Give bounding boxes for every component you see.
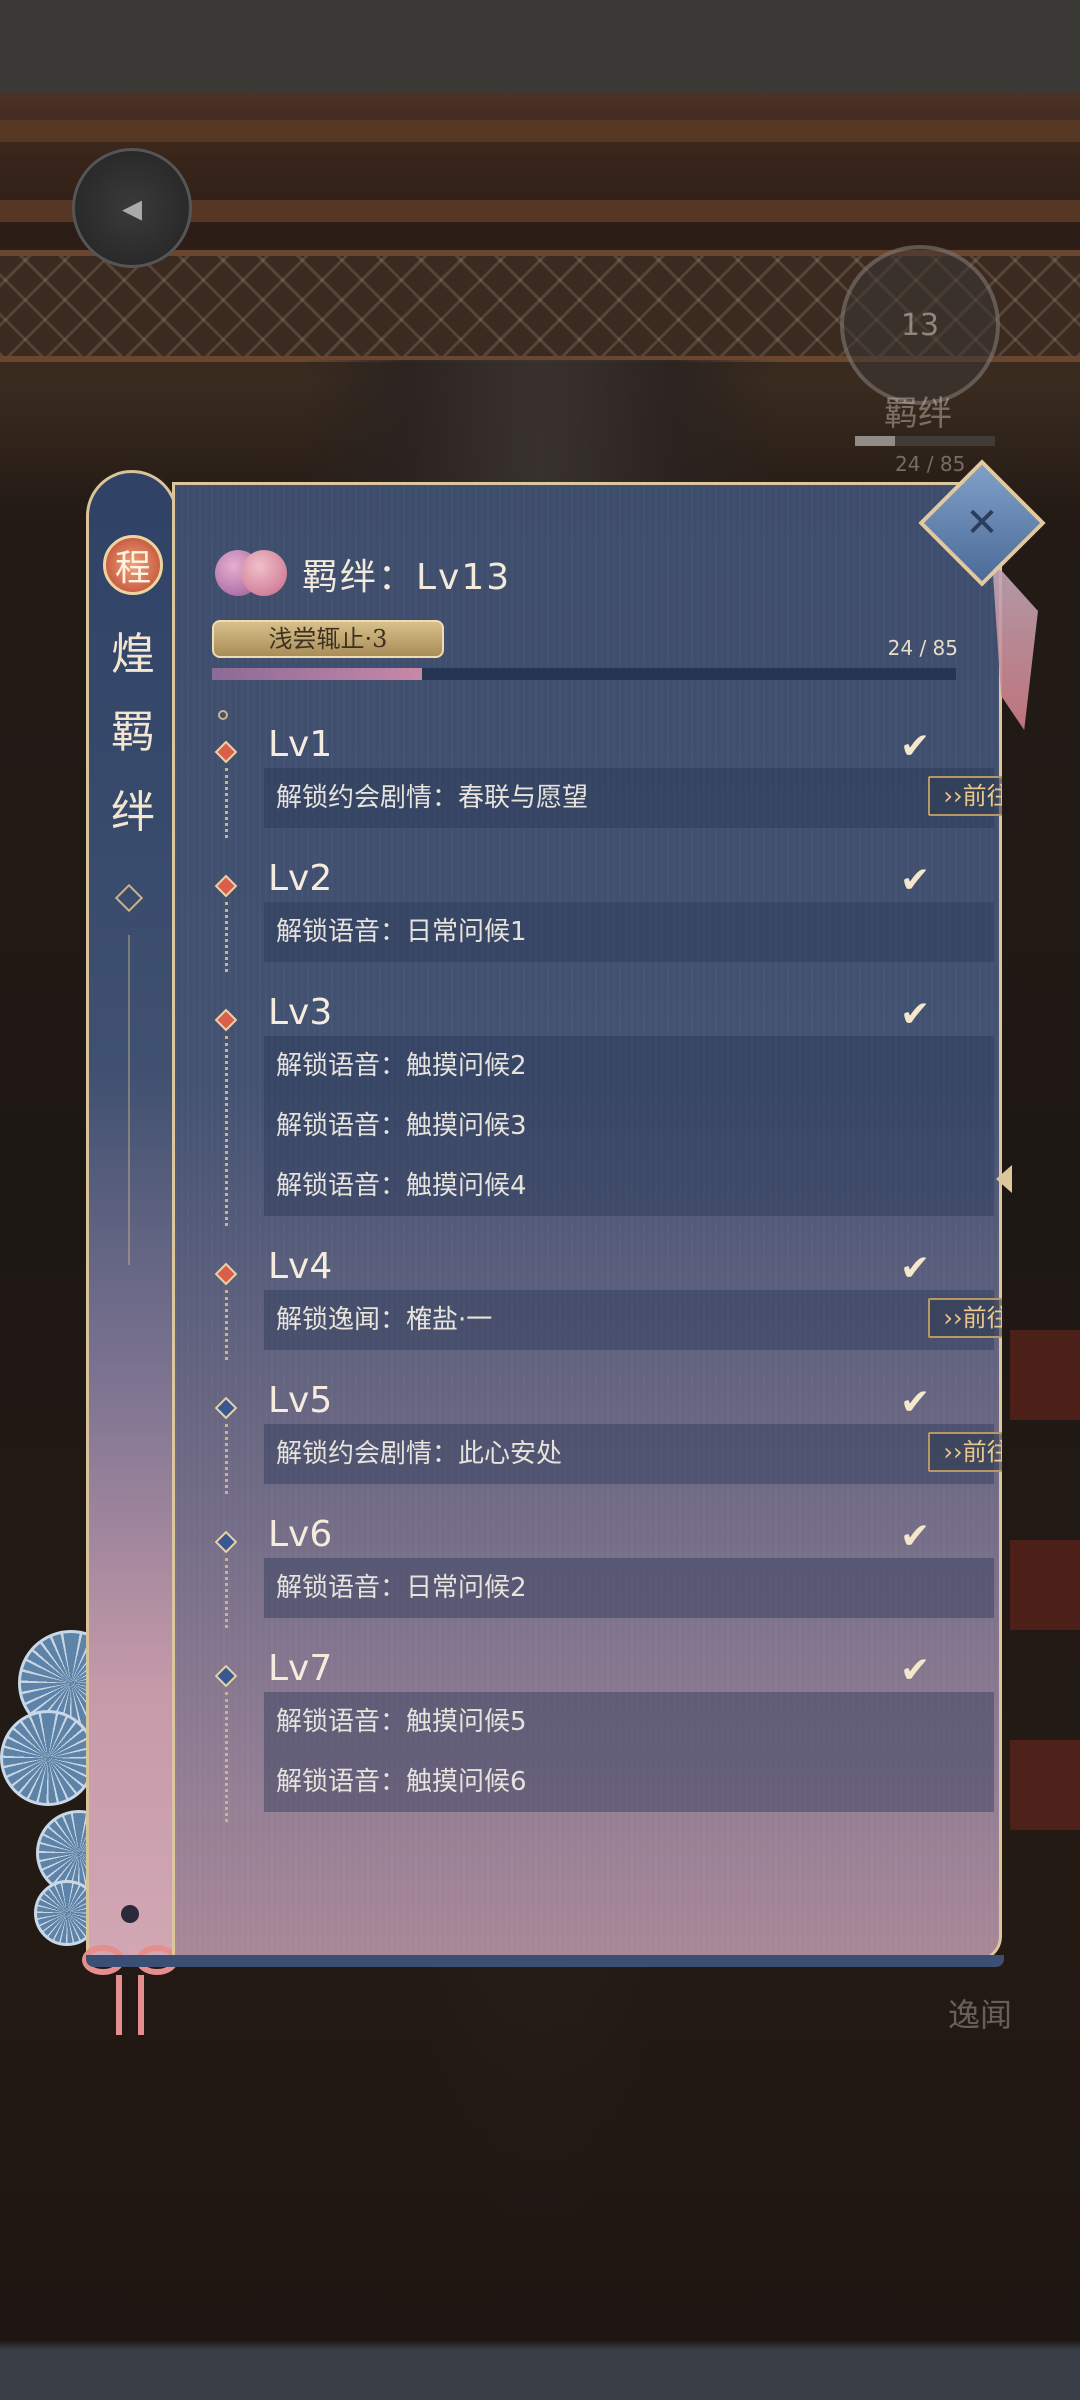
back-button[interactable]: ◂ — [72, 148, 192, 268]
ceiling-beam — [0, 120, 1080, 142]
go-to-button[interactable]: ››前往约会 — [928, 776, 1002, 816]
level-title: Lv6 — [268, 1514, 333, 1555]
fan-decoration — [0, 1710, 96, 1806]
reward-row: 解锁语音：触摸问候3 — [264, 1096, 994, 1156]
reward-text: 解锁语音：日常问候2 — [276, 1573, 527, 1603]
side-menu-tab[interactable] — [1010, 1740, 1080, 1830]
level-title: Lv4 — [268, 1246, 333, 1287]
double-heart-icon — [215, 546, 291, 596]
timeline-dots — [225, 902, 228, 972]
reward-row: 解锁语音：触摸问候6 — [264, 1752, 994, 1812]
reward-text: 解锁约会剧情：此心安处 — [276, 1439, 563, 1469]
level-diamond-icon — [214, 1262, 238, 1286]
side-menu-tab[interactable] — [1010, 1330, 1080, 1420]
checkmark-icon: ✔ — [900, 1382, 931, 1423]
divider-line — [128, 935, 130, 1265]
reward-row: 解锁语音：触摸问候2 — [264, 1036, 994, 1096]
checkmark-icon: ✔ — [900, 1516, 931, 1557]
go-to-button[interactable]: ››前往约会 — [928, 1432, 1002, 1472]
reward-row: 解锁语音：日常问候1 — [264, 902, 994, 962]
character-emblem: 程 — [103, 535, 163, 595]
go-to-button[interactable]: ››前往查看 — [928, 1298, 1002, 1338]
bond-badge-count: 24 / 85 — [895, 452, 966, 476]
bond-badge-label: 羁绊 — [884, 394, 952, 434]
reward-text: 解锁语音：触摸问候5 — [276, 1707, 527, 1737]
reward-row: 解锁语音：日常问候2 — [264, 1558, 994, 1618]
level-diamond-icon — [214, 1664, 238, 1688]
reward-text: 解锁逸闻：榷盐·一 — [276, 1305, 493, 1335]
level-diamond-icon — [214, 874, 238, 898]
timeline-dots — [225, 1290, 228, 1360]
ribbon-bow-decoration — [80, 1905, 180, 2035]
level-list[interactable]: Lv1 ✔ 解锁约会剧情：春联与愿望 ››前往约会 Lv2 ✔ 解锁语音：日常问候1 Lv3 ✔… — [172, 700, 1002, 1900]
level-title: Lv1 — [268, 724, 333, 765]
tab-char: 煌 — [111, 629, 155, 680]
timeline-dots — [225, 768, 228, 838]
checkmark-icon: ✔ — [900, 994, 931, 1035]
bond-badge-progress — [855, 436, 995, 446]
reward-row: 解锁语音：触摸问候5 — [264, 1692, 994, 1752]
level-title: Lv5 — [268, 1380, 333, 1421]
tab-char: 绊 — [111, 787, 155, 838]
checkmark-icon: ✔ — [900, 1248, 931, 1289]
reward-text: 解锁语音：触摸问候4 — [276, 1171, 527, 1201]
checkmark-icon: ✔ — [900, 726, 931, 767]
progress-count: 24 / 85 — [887, 636, 958, 660]
reward-row: 解锁约会剧情：此心安处 ››前往约会 — [264, 1424, 1002, 1484]
bond-progress-bar — [212, 668, 956, 680]
tab-char: 羁 — [111, 707, 155, 758]
reward-text: 解锁语音：触摸问候2 — [276, 1051, 527, 1081]
reward-text: 解锁语音：触摸问候6 — [276, 1767, 527, 1797]
reward-row: 解锁逸闻：榷盐·一 ››前往查看 — [264, 1290, 1002, 1350]
checkmark-icon: ✔ — [900, 1650, 931, 1691]
side-label-anecdote[interactable]: 逸闻 — [948, 1990, 1012, 2036]
panel-bottom-edge — [86, 1955, 1004, 1967]
bond-level-title: 羁绊：Lv13 — [302, 557, 512, 598]
reward-text: 解锁约会剧情：春联与愿望 — [276, 783, 589, 813]
back-arrow-icon: ◂ — [121, 185, 143, 231]
bond-level: 13 — [900, 307, 940, 343]
stage-badge: 浅尝辄止·3 — [212, 620, 444, 658]
timeline-dots — [225, 1036, 228, 1226]
progress-fill — [212, 668, 422, 680]
bond-badge[interactable]: 13 — [840, 245, 1000, 405]
checkmark-icon: ✔ — [900, 860, 931, 901]
level-title: Lv3 — [268, 992, 333, 1033]
timeline-dots — [225, 1558, 228, 1628]
level-title: Lv7 — [268, 1648, 333, 1689]
timeline-dots — [225, 1692, 228, 1822]
level-title: Lv2 — [268, 858, 333, 899]
level-diamond-icon — [214, 1396, 238, 1420]
level-diamond-icon — [214, 1530, 238, 1554]
level-diamond-icon — [214, 740, 238, 764]
reward-text: 解锁语音：日常问候1 — [276, 917, 527, 947]
level-diamond-icon — [214, 1008, 238, 1032]
close-diamond-icon: ✕ — [965, 500, 999, 546]
side-menu-tab[interactable] — [1010, 1540, 1080, 1630]
timeline-dots — [225, 1424, 228, 1494]
reward-row: 解锁约会剧情：春联与愿望 ››前往约会 — [264, 768, 1002, 828]
bond-side-tab[interactable] — [86, 470, 178, 1960]
reward-row: 解锁语音：触摸问候4 — [264, 1156, 994, 1216]
reward-text: 解锁语音：触摸问候3 — [276, 1111, 527, 1141]
